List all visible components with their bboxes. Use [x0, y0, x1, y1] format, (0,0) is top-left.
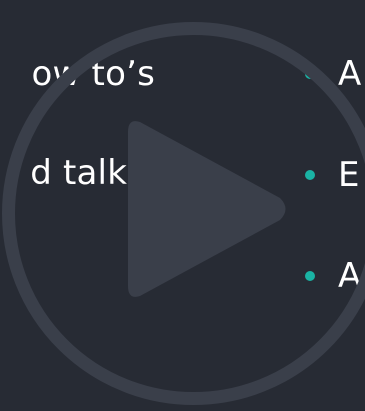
play-icon[interactable]	[126, 118, 291, 300]
right-list-item-label: A	[338, 54, 362, 94]
play-triangle-svg	[128, 121, 286, 297]
video-slide: ow to’s d talks A E A	[0, 0, 365, 411]
